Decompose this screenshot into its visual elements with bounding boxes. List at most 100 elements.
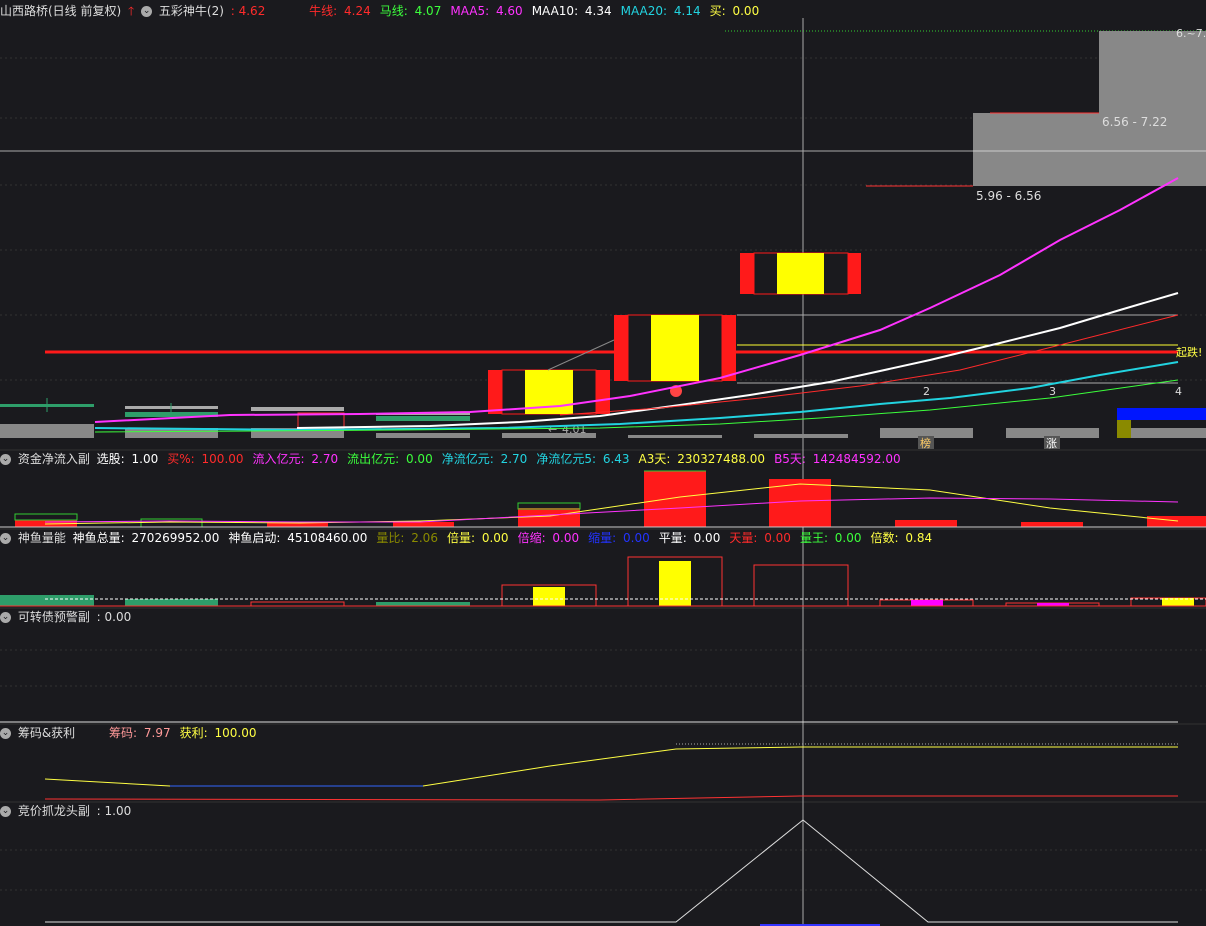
indicator-value: 选股: 1.00 [97, 452, 162, 466]
pane3-title[interactable]: 神鱼量能 [18, 531, 66, 545]
indicator-label: 天量: [729, 531, 758, 545]
indicator-label: 量比: [376, 531, 405, 545]
indicator-number: 0.84 [901, 531, 933, 545]
indicator-number: 0.00 [760, 531, 791, 545]
indicator-number: 6.43 [599, 452, 630, 466]
indicator-value: 倍数: 0.84 [871, 531, 936, 545]
chevron-down-icon[interactable]: ⌄ [0, 806, 11, 817]
indicator-label: 神鱼启动: [228, 531, 281, 545]
indicator-value: 马线: 4.07 [380, 4, 445, 18]
indicator-label: 平量: [658, 531, 687, 545]
maa10-line [296, 292, 1179, 429]
indicator-number: 2.70 [307, 452, 339, 466]
indicator-number: 0.00 [402, 452, 433, 466]
pane4-grid [0, 649, 1206, 687]
wave-label-3: 3 [1049, 385, 1056, 398]
pane6-grid [0, 849, 1206, 891]
indicator-label: 马线: [379, 4, 408, 18]
indicator-label: MAA20: [620, 4, 668, 18]
indicator-number: 100.00 [210, 726, 257, 740]
pane5-header: ⌄ 筹码&获利 筹码: 7.97 获利: 100.00 [0, 724, 268, 742]
pane2-header: ⌄ 资金净流入副 选股: 1.00 买%: 100.00 流入亿元: 2.70 流出亿… [0, 450, 913, 468]
indicator-name[interactable]: 五彩神牛(2) [159, 4, 224, 18]
indicator-value: 净流亿元5: 6.43 [536, 452, 632, 466]
indicator-label: 买: [709, 4, 726, 18]
wave-label-4: 4 [1175, 385, 1182, 398]
indicator-label: 筹码: [109, 726, 138, 740]
stock-title[interactable]: 山西路桥(日线 前复权) [0, 4, 121, 18]
indicator-label: 缩量: [588, 531, 617, 545]
indicator-value: 神鱼启动: 45108460.00 [228, 531, 370, 545]
indicator-number: 0.00 [619, 531, 650, 545]
pane6-title[interactable]: 竞价抓龙头副 [18, 804, 90, 818]
indicator-label: 获利: [179, 726, 208, 740]
indicator-label: 流出亿元: [347, 452, 400, 466]
indicator-value: 买: 0.00 [710, 4, 763, 18]
indicator-label: 买%: [167, 452, 195, 466]
indicator-number: 45108460.00 [283, 531, 368, 545]
indicator-value: 天量: 0.00 [729, 531, 794, 545]
pane2-title[interactable]: 资金净流入副 [18, 452, 90, 466]
chevron-down-icon[interactable]: ⌄ [0, 728, 11, 739]
indicator-label: 倍量: [446, 531, 476, 545]
pane2-values: 选股: 1.00 买%: 100.00 流入亿元: 2.70 流出亿元: 0.00 净流… [97, 452, 910, 466]
indicator-label: 倍数: [870, 531, 899, 545]
indicator-value: B5天: 142484592.00 [774, 452, 904, 466]
indicator-label: MAA10: [531, 4, 579, 18]
indicator-number: 4.24 [340, 4, 371, 18]
chip-line [44, 746, 1178, 787]
chevron-down-icon[interactable]: ⌄ [141, 6, 153, 17]
range-label-2: 6.56 - 7.22 [1102, 115, 1167, 129]
pane4-header: ⌄ 可转债预警副 : 0.00 [0, 608, 134, 626]
indicator-label: 选股: [96, 452, 125, 466]
main-indicator-values: 牛线: 4.24 马线: 4.07 MAA5: 4.60 MAA10: 4.34 MAA… [309, 4, 768, 18]
range-label-1: 5.96 - 6.56 [976, 189, 1041, 203]
indicator-value: 倍缩: 0.00 [518, 531, 583, 545]
chevron-down-icon[interactable]: ⌄ [0, 454, 11, 465]
indicator-value: 牛线: 4.24 [309, 4, 374, 18]
chevron-down-icon[interactable]: ⌄ [0, 533, 11, 544]
indicator-label: 流入亿元: [252, 452, 305, 466]
wave-label-2: 2 [923, 385, 930, 398]
main-grid [0, 57, 1206, 381]
ma-line [94, 379, 1179, 433]
indicator-value: 流出亿元: 0.00 [347, 452, 436, 466]
badge-label-1: 榜 [920, 436, 931, 450]
arrow-up-icon: 🡑 [128, 4, 135, 18]
indicator-value: 量比: 2.06 [376, 531, 441, 545]
target-box-lower [973, 113, 1206, 186]
indicator-number: 0.00 [548, 531, 580, 545]
indicator-value: 获利: 100.00 [180, 726, 260, 740]
indicator-number: 1.00 [127, 452, 159, 466]
indicator-label: A3天: [638, 452, 671, 466]
main-header: 山西路桥(日线 前复权) 🡑 ⌄ 五彩神牛(2) : 4.62 牛线: 4.24… [0, 2, 771, 20]
pane6-value: : 1.00 [96, 804, 132, 818]
indicator-value: MAA10: 4.34 [532, 4, 615, 18]
target-box-upper [1099, 31, 1206, 113]
chevron-down-icon[interactable]: ⌄ [0, 612, 11, 623]
indicator-value: 筹码: 7.97 [109, 726, 174, 740]
indicator-label: 量王: [799, 531, 828, 545]
indicator-label: MAA5: [450, 4, 490, 18]
indicator-number: 4.34 [581, 4, 612, 18]
low-price-label: ← [548, 423, 557, 436]
pane4-value: : 0.00 [96, 610, 132, 624]
indicator-number: 270269952.00 [127, 531, 220, 545]
pane4-title[interactable]: 可转债预警副 [18, 610, 90, 624]
indicator-number: 2.70 [496, 452, 528, 466]
indicator-number: 2.06 [407, 531, 438, 545]
indicator-value: 缩量: 0.00 [588, 531, 653, 545]
indicator-value: MAA20: 4.14 [621, 4, 704, 18]
badge-label-2: 涨 [1046, 437, 1057, 450]
range-label-3: 6.~7.2 [1176, 27, 1206, 40]
indicator-number: 4.07 [410, 4, 442, 18]
indicator-number: 4.14 [670, 4, 701, 18]
indicator-value: 倍量: 0.00 [447, 531, 512, 545]
indicator-number: 7.97 [140, 726, 171, 740]
indicator-label: 牛线: [309, 4, 338, 18]
indicator-value: A3天: 230327488.00 [639, 452, 769, 466]
indicator-number: 0.00 [830, 531, 862, 545]
indicator-value: MAA5: 4.60 [450, 4, 525, 18]
indicator-number: 4.60 [492, 4, 523, 18]
pane5-title[interactable]: 筹码&获利 [18, 726, 75, 740]
